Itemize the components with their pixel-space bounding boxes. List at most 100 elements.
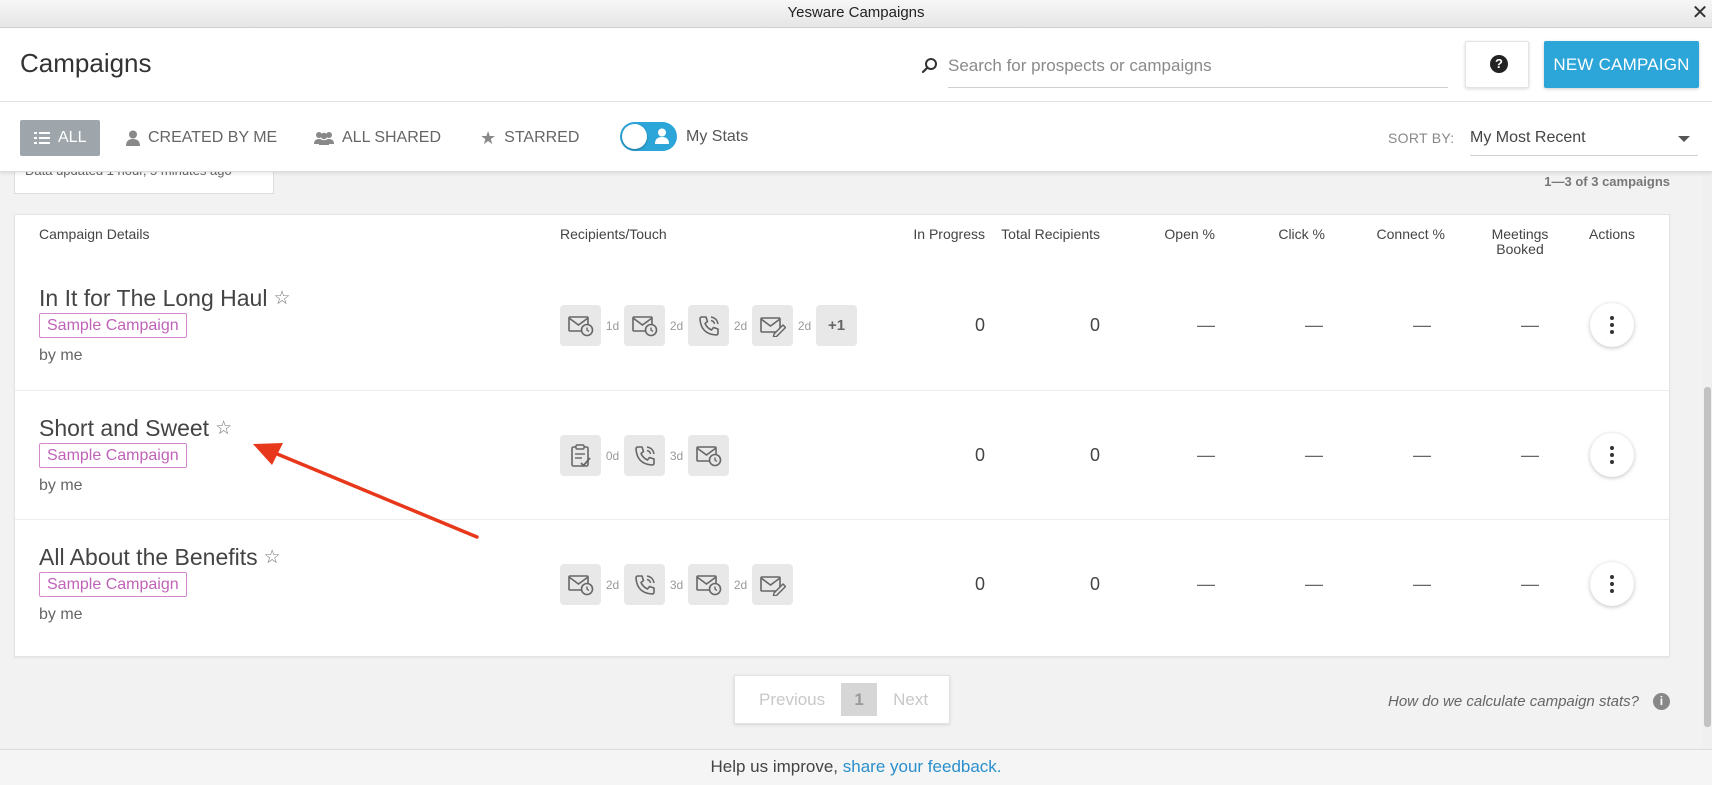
next-page-button[interactable]: Next — [885, 690, 936, 710]
touch-delay: 2d — [733, 577, 748, 592]
filter-all-shared-label: ALL SHARED — [342, 129, 441, 146]
touch-sequence: 0d 3d — [560, 435, 729, 476]
campaign-name-link[interactable]: All About the Benefits ☆ — [39, 544, 281, 571]
column-header-recipients-touch: Recipients/Touch — [560, 226, 667, 242]
touch-sequence: 1d 2d 2d 2d +1 — [560, 305, 857, 346]
in-progress-value: 0 — [974, 315, 985, 335]
connect-rate-value: — — [1413, 445, 1431, 465]
my-stats-label: My Stats — [686, 128, 749, 145]
search-input[interactable] — [948, 44, 1448, 88]
stats-help-link[interactable]: How do we calculate campaign stats? — [1388, 693, 1639, 710]
email-clock-icon — [688, 564, 729, 605]
new-campaign-button[interactable]: NEW CAMPAIGN — [1544, 41, 1699, 88]
table-row[interactable]: In It for The Long Haul ☆ Sample Campaign b… — [15, 261, 1669, 390]
touch-delay: 2d — [733, 318, 748, 333]
footer: Help us improve, share your feedback. — [0, 749, 1712, 785]
campaign-count: 1—3 of 3 campaigns — [1544, 174, 1670, 189]
meetings-booked-value: — — [1521, 574, 1539, 594]
header: Campaigns ? NEW CAMPAIGN — [0, 28, 1712, 102]
star-outline-icon[interactable]: ☆ — [273, 287, 290, 310]
toggle-knob — [622, 124, 647, 149]
filter-all[interactable]: ALL — [20, 120, 101, 156]
close-icon[interactable]: ✕ — [1688, 0, 1712, 28]
scrollbar[interactable] — [1702, 172, 1712, 749]
search-icon — [921, 58, 937, 74]
clipboard-icon — [560, 435, 601, 476]
email-edit-icon — [752, 305, 793, 346]
help-button[interactable]: ? — [1465, 41, 1529, 88]
actions-menu-button[interactable] — [1590, 562, 1634, 606]
info-icon[interactable]: i — [1652, 693, 1670, 710]
previous-page-button[interactable]: Previous — [751, 690, 833, 710]
connect-rate-value: — — [1413, 574, 1431, 594]
phone-icon — [624, 564, 665, 605]
actions-menu-button[interactable] — [1590, 303, 1634, 347]
click-rate-value: — — [1305, 315, 1323, 335]
email-edit-icon — [752, 564, 793, 605]
click-rate-value: — — [1305, 445, 1323, 465]
window-title: Yesware Campaigns — [787, 4, 925, 21]
column-header-open: Open % — [1164, 226, 1215, 242]
more-vertical-icon — [1610, 316, 1614, 320]
window-titlebar: Yesware Campaigns ✕ — [0, 0, 1712, 28]
scrollbar-thumb[interactable] — [1704, 387, 1711, 727]
touch-delay: 2d — [797, 318, 812, 333]
page-number[interactable]: 1 — [841, 683, 878, 716]
column-header-details: Campaign Details — [39, 226, 150, 242]
campaign-tag: Sample Campaign — [39, 313, 187, 338]
feedback-link[interactable]: share your feedback. — [843, 757, 1002, 776]
chevron-down-icon — [1678, 136, 1690, 142]
column-header-total-recipients: Total Recipients — [1001, 226, 1100, 242]
stats-help[interactable]: How do we calculate campaign stats? i — [1388, 693, 1670, 710]
table-row[interactable]: All About the Benefits ☆ Sample Campaign by… — [15, 519, 1669, 648]
pagination: Previous 1 Next — [734, 675, 950, 724]
total-recipients-value: 0 — [1089, 445, 1100, 465]
more-touches-badge[interactable]: +1 — [816, 305, 857, 346]
campaign-owner: by me — [39, 606, 83, 623]
touch-delay: 1d — [605, 318, 620, 333]
star-outline-icon[interactable]: ☆ — [264, 546, 281, 569]
touch-delay: 2d — [669, 318, 684, 333]
in-progress-value: 0 — [974, 445, 985, 465]
column-header-in-progress: In Progress — [913, 226, 985, 242]
list-icon — [34, 132, 50, 144]
filter-starred[interactable]: ★ STARRED — [480, 120, 579, 156]
my-stats-toggle[interactable] — [620, 122, 677, 151]
phone-icon — [624, 435, 665, 476]
column-header-click: Click % — [1278, 226, 1325, 242]
meetings-booked-value: — — [1521, 315, 1539, 335]
connect-rate-value: — — [1413, 315, 1431, 335]
filter-all-shared[interactable]: ALL SHARED — [314, 120, 441, 156]
campaign-name[interactable]: Short and Sweet — [39, 415, 209, 442]
open-rate-value: — — [1197, 445, 1215, 465]
search-box — [920, 44, 1448, 88]
campaign-name-link[interactable]: In It for The Long Haul ☆ — [39, 285, 291, 312]
email-clock-icon — [560, 564, 601, 605]
touch-sequence: 2d 3d 2d — [560, 564, 793, 605]
actions-menu-button[interactable] — [1590, 433, 1634, 477]
more-vertical-icon — [1610, 575, 1614, 579]
sort-by-select[interactable]: My Most Recent — [1470, 120, 1698, 156]
table-row[interactable]: Short and Sweet ☆ Sample Campaign by me 0d 3d… — [15, 390, 1669, 519]
sort-by-label: SORT BY: — [1388, 130, 1455, 146]
campaign-table: Campaign Details Recipients/Touch In Pro… — [14, 214, 1670, 657]
touch-delay: 3d — [669, 577, 684, 592]
campaign-name[interactable]: All About the Benefits — [39, 544, 258, 571]
touch-delay: 3d — [669, 448, 684, 463]
column-header-connect: Connect % — [1376, 226, 1445, 242]
filter-created-by-me[interactable]: CREATED BY ME — [126, 120, 277, 156]
campaign-owner: by me — [39, 347, 83, 364]
star-outline-icon[interactable]: ☆ — [215, 417, 232, 440]
open-rate-value: — — [1197, 315, 1215, 335]
group-icon — [314, 132, 334, 145]
campaign-tag: Sample Campaign — [39, 572, 187, 597]
total-recipients-value: 0 — [1089, 574, 1100, 594]
sort-by-value: My Most Recent — [1470, 129, 1586, 146]
campaign-name-link[interactable]: Short and Sweet ☆ — [39, 415, 232, 442]
campaign-name[interactable]: In It for The Long Haul — [39, 285, 267, 312]
filter-all-label: ALL — [58, 129, 87, 146]
question-icon: ? — [1490, 55, 1508, 73]
campaign-tag: Sample Campaign — [39, 443, 187, 468]
person-icon — [126, 130, 140, 146]
open-rate-value: — — [1197, 574, 1215, 594]
